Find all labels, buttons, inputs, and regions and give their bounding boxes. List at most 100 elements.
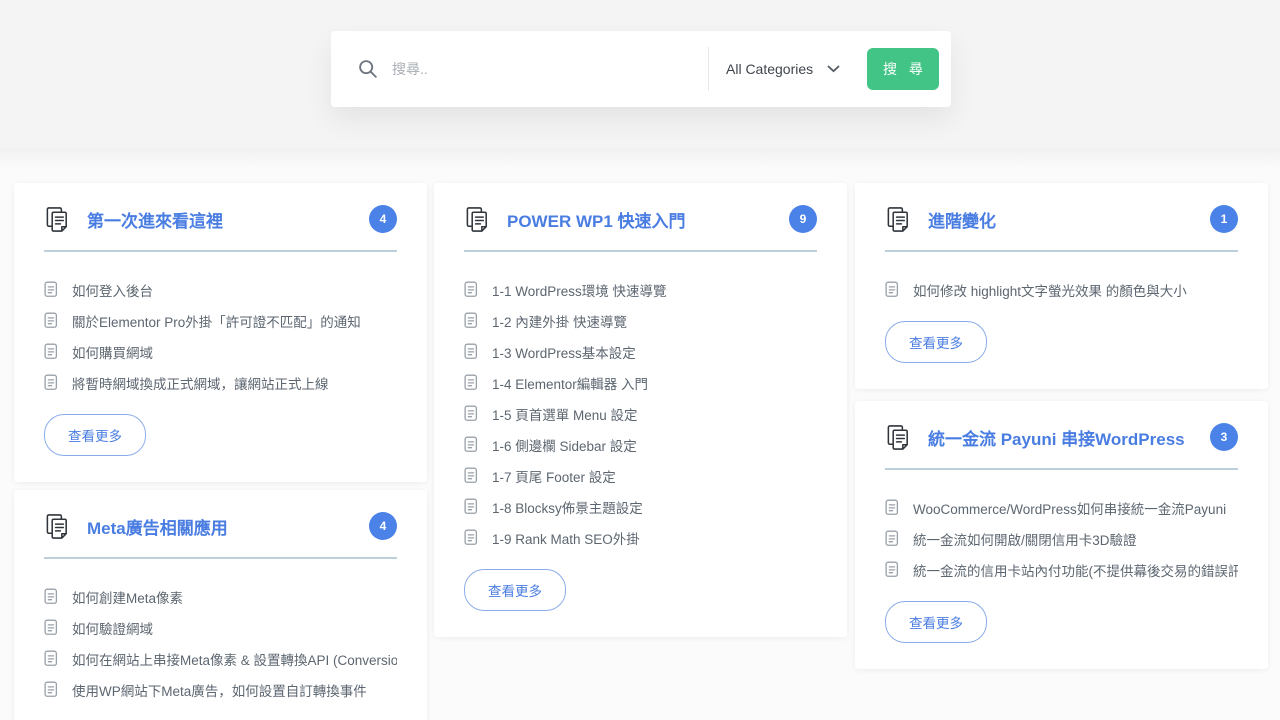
article-page-icon: [464, 436, 479, 453]
article-page-icon: [885, 499, 900, 516]
article-link[interactable]: 如何創建Meta像素: [44, 581, 397, 612]
article-page-icon: [44, 619, 59, 636]
article-link[interactable]: 如何驗證網域: [44, 612, 397, 643]
category-card-first-visit: 第一次進來看這裡 4 如何登入後台 關於Elementor Pro外掛「許可證不…: [14, 183, 427, 482]
category-title[interactable]: 第一次進來看這裡: [87, 207, 223, 232]
hero-fade: [0, 148, 1280, 168]
category-title[interactable]: POWER WP1 快速入門: [507, 207, 686, 232]
article-title: 統一金流的信用卡站內付功能(不提供幕後交易的錯誤訊息): [913, 560, 1238, 580]
article-title: 1-2 內建外掛 快速導覽: [492, 311, 627, 331]
view-more-button[interactable]: 查看更多: [464, 569, 566, 611]
category-dropdown[interactable]: All Categories: [709, 31, 867, 107]
card-divider: [464, 250, 817, 252]
article-link[interactable]: 如何在網站上串接Meta像素 & 設置轉換API (Conversion API…: [44, 643, 397, 674]
chevron-down-icon: [827, 60, 840, 78]
documents-stack-icon: [44, 206, 71, 233]
article-list: 如何創建Meta像素 如何驗證網域 如何在網站上串接Meta像素 & 設置轉換A…: [44, 581, 397, 705]
category-count-badge: 3: [1210, 423, 1238, 451]
article-page-icon: [44, 650, 59, 667]
article-page-icon: [44, 681, 59, 698]
category-count-badge: 9: [789, 205, 817, 233]
column-1: 第一次進來看這裡 4 如何登入後台 關於Elementor Pro外掛「許可證不…: [14, 183, 427, 720]
article-list: WooCommerce/WordPress如何串接統一金流Payuni 統一金流…: [885, 492, 1238, 585]
column-2: POWER WP1 快速入門 9 1-1 WordPress環境 快速導覽 1-…: [434, 183, 847, 637]
category-card-meta-ads: Meta廣告相關應用 4 如何創建Meta像素 如何驗證網域 如何在網站上串接M…: [14, 490, 427, 720]
article-link[interactable]: 1-6 側邊欄 Sidebar 設定: [464, 429, 817, 460]
article-title: 如何購買網域: [72, 342, 153, 362]
article-link[interactable]: 1-2 內建外掛 快速導覽: [464, 305, 817, 336]
article-list: 如何修改 highlight文字螢光效果 的顏色與大小: [885, 274, 1238, 305]
category-title[interactable]: Meta廣告相關應用: [87, 514, 228, 539]
view-more-button[interactable]: 查看更多: [885, 601, 987, 643]
card-divider: [44, 557, 397, 559]
article-page-icon: [885, 281, 900, 298]
search-bar: All Categories 搜 尋: [331, 31, 951, 107]
article-page-icon: [44, 281, 59, 298]
category-title[interactable]: 統一金流 Payuni 串接WordPress: [928, 425, 1185, 450]
documents-stack-icon: [885, 424, 912, 451]
article-title: 1-9 Rank Math SEO外掛: [492, 528, 640, 548]
article-link[interactable]: WooCommerce/WordPress如何串接統一金流Payuni: [885, 492, 1238, 523]
article-link[interactable]: 關於Elementor Pro外掛「許可證不匹配」的通知: [44, 305, 397, 336]
article-page-icon: [464, 281, 479, 298]
article-title: 1-8 Blocksy佈景主題設定: [492, 497, 643, 517]
article-link[interactable]: 1-7 頁尾 Footer 設定: [464, 460, 817, 491]
article-page-icon: [464, 498, 479, 515]
article-page-icon: [464, 529, 479, 546]
article-title: 如何驗證網域: [72, 618, 153, 638]
category-card-payuni: 統一金流 Payuni 串接WordPress 3 WooCommerce/Wo…: [855, 401, 1268, 669]
article-link[interactable]: 如何登入後台: [44, 274, 397, 305]
article-title: 如何修改 highlight文字螢光效果 的顏色與大小: [913, 280, 1187, 300]
category-title[interactable]: 進階變化: [928, 207, 996, 232]
article-list: 如何登入後台 關於Elementor Pro外掛「許可證不匹配」的通知 如何購買…: [44, 274, 397, 398]
documents-stack-icon: [464, 206, 491, 233]
article-page-icon: [464, 467, 479, 484]
view-more-button[interactable]: 查看更多: [44, 414, 146, 456]
article-link[interactable]: 1-8 Blocksy佈景主題設定: [464, 491, 817, 522]
category-count-badge: 1: [1210, 205, 1238, 233]
article-link[interactable]: 將暫時網域換成正式網域，讓網站正式上線: [44, 367, 397, 398]
category-count-badge: 4: [369, 512, 397, 540]
article-title: WooCommerce/WordPress如何串接統一金流Payuni: [913, 498, 1226, 518]
article-page-icon: [464, 312, 479, 329]
documents-stack-icon: [885, 206, 912, 233]
article-list: 1-1 WordPress環境 快速導覽 1-2 內建外掛 快速導覽 1-3 W…: [464, 274, 817, 553]
search-icon: [331, 58, 379, 80]
article-link[interactable]: 統一金流如何開啟/關閉信用卡3D驗證: [885, 523, 1238, 554]
article-link[interactable]: 1-3 WordPress基本設定: [464, 336, 817, 367]
search-input[interactable]: [392, 61, 708, 77]
article-link[interactable]: 1-4 Elementor編輯器 入門: [464, 367, 817, 398]
article-page-icon: [44, 588, 59, 605]
article-title: 1-6 側邊欄 Sidebar 設定: [492, 435, 637, 455]
category-card-power-wp1: POWER WP1 快速入門 9 1-1 WordPress環境 快速導覽 1-…: [434, 183, 847, 637]
article-page-icon: [885, 561, 900, 578]
search-submit-button[interactable]: 搜 尋: [867, 48, 939, 90]
article-title: 關於Elementor Pro外掛「許可證不匹配」的通知: [72, 311, 361, 331]
article-link[interactable]: 1-9 Rank Math SEO外掛: [464, 522, 817, 553]
article-page-icon: [44, 343, 59, 360]
column-3: 進階變化 1 如何修改 highlight文字螢光效果 的顏色與大小 查看更多 …: [855, 183, 1268, 669]
card-divider: [44, 250, 397, 252]
article-title: 如何創建Meta像素: [72, 587, 183, 607]
article-link[interactable]: 1-1 WordPress環境 快速導覽: [464, 274, 817, 305]
article-title: 1-1 WordPress環境 快速導覽: [492, 280, 667, 300]
view-more-button[interactable]: 查看更多: [885, 321, 987, 363]
card-divider: [885, 250, 1238, 252]
article-link[interactable]: 1-5 頁首選單 Menu 設定: [464, 398, 817, 429]
article-page-icon: [464, 405, 479, 422]
category-count-badge: 4: [369, 205, 397, 233]
article-link[interactable]: 如何修改 highlight文字螢光效果 的顏色與大小: [885, 274, 1238, 305]
article-title: 如何登入後台: [72, 280, 153, 300]
article-page-icon: [464, 374, 479, 391]
article-link[interactable]: 使用WP網站下Meta廣告，如何設置自訂轉換事件: [44, 674, 397, 705]
article-page-icon: [44, 312, 59, 329]
article-link[interactable]: 統一金流的信用卡站內付功能(不提供幕後交易的錯誤訊息): [885, 554, 1238, 585]
documents-stack-icon: [44, 513, 71, 540]
category-dropdown-label: All Categories: [726, 61, 813, 77]
article-link[interactable]: 如何購買網域: [44, 336, 397, 367]
article-page-icon: [885, 530, 900, 547]
article-title: 使用WP網站下Meta廣告，如何設置自訂轉換事件: [72, 680, 367, 700]
article-title: 如何在網站上串接Meta像素 & 設置轉換API (Conversion API…: [72, 649, 397, 669]
article-page-icon: [464, 343, 479, 360]
article-title: 1-3 WordPress基本設定: [492, 342, 636, 362]
